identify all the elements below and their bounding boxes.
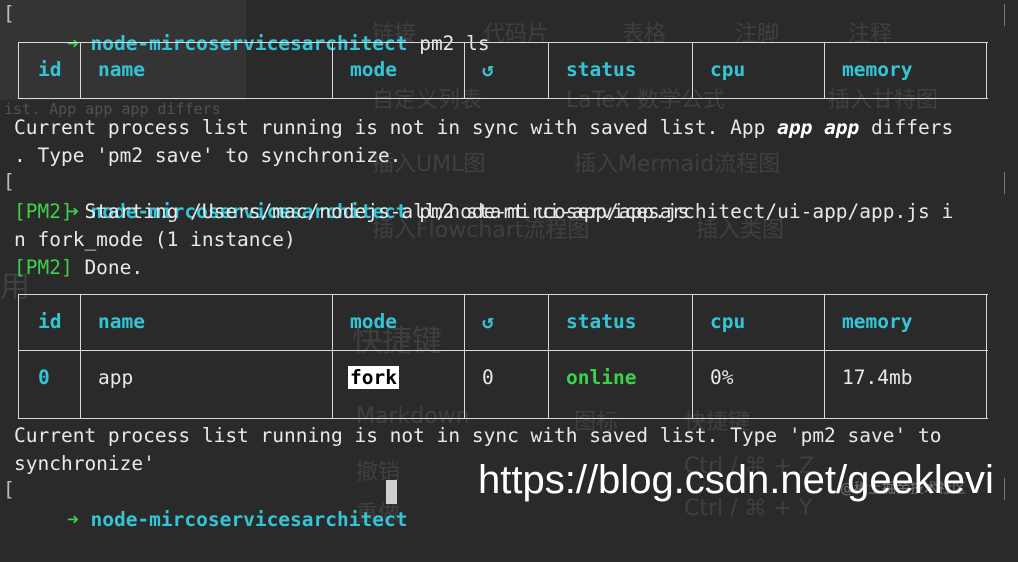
sync-warning-cont: . Type 'pm2 save' to synchronize. <box>14 142 401 170</box>
header-mode: mode <box>350 310 397 333</box>
prompt-line: ➜ node-mircoservicesarchitect pm2 ls <box>20 2 490 55</box>
header-id: id <box>38 310 62 333</box>
process-names: app app <box>777 116 860 139</box>
message-text: Starting /Users/mac/nodejs-all/node-mirc… <box>72 200 954 223</box>
table-separator <box>824 294 825 418</box>
table-border-top <box>18 42 988 43</box>
table-border-mid <box>18 350 988 351</box>
prompt-line: ➜ node-mircoservicesarchitect pm2 start … <box>20 170 689 223</box>
site-watermark: @稀土掘金技术社区 <box>840 481 966 497</box>
pm2-tag: [PM2] <box>14 256 73 279</box>
cell-restarts: 0 <box>482 366 494 389</box>
table-border-top <box>18 294 988 295</box>
cell-cpu: 0% <box>710 366 734 389</box>
table-separator <box>548 42 549 98</box>
message-text: n fork_mode (1 instance) <box>14 228 296 251</box>
line-bracket: [ <box>3 170 15 193</box>
message-text: Current process list running is not in s… <box>14 116 778 139</box>
header-status: status <box>566 58 637 81</box>
line-bracket: [ <box>3 2 15 25</box>
pm2-tag: [PM2] <box>14 200 73 223</box>
table-separator <box>332 294 333 418</box>
cell-id: 0 <box>38 366 50 389</box>
table-border-bottom <box>18 418 988 419</box>
cell-mode: fork <box>348 366 399 389</box>
table-separator <box>80 42 81 98</box>
table-separator <box>80 294 81 418</box>
line-bracket-right <box>1004 4 1013 26</box>
table-separator <box>464 294 465 418</box>
prompt-directory: node-mircoservicesarchitect <box>90 508 408 531</box>
header-id: id <box>38 58 62 81</box>
header-name: name <box>98 310 145 333</box>
line-bracket-right <box>1004 478 1013 500</box>
table-border-bottom <box>18 98 988 99</box>
table-separator <box>986 294 987 418</box>
sync-warning-cont: synchronize' <box>14 450 155 478</box>
header-cpu: cpu <box>710 58 746 81</box>
table-separator <box>332 42 333 98</box>
cell-status: online <box>566 366 637 389</box>
prompt-line-active[interactable]: ➜ node-mircoservicesarchitect <box>20 478 419 531</box>
line-bracket: [ <box>3 478 15 501</box>
header-name: name <box>98 58 145 81</box>
cell-name: app <box>98 366 134 389</box>
message-text: differs <box>859 116 954 139</box>
cell-memory: 17.4mb <box>842 366 913 389</box>
table-separator <box>692 294 693 418</box>
sync-warning: Current process list running is not in s… <box>14 422 941 450</box>
table-separator <box>18 294 19 418</box>
header-restart-icon: ↺ <box>482 310 494 333</box>
sync-warning: Current process list running is not in s… <box>14 114 953 142</box>
table-separator <box>824 42 825 98</box>
header-status: status <box>566 310 637 333</box>
terminal-cursor <box>386 480 397 504</box>
pm2-starting: [PM2] Starting /Users/mac/nodejs-all/nod… <box>14 198 953 226</box>
pm2-starting-cont: n fork_mode (1 instance) <box>14 226 296 254</box>
table-separator <box>18 42 19 98</box>
message-text: . Type 'pm2 save' to synchronize. <box>14 144 402 167</box>
header-memory: memory <box>842 58 913 81</box>
header-cpu: cpu <box>710 310 746 333</box>
message-text: Current process list running is not in s… <box>14 424 942 447</box>
process-table-empty: id name mode ↺ status cpu memory <box>18 42 988 99</box>
table-separator <box>692 42 693 98</box>
terminal-output: [ [ [ ➜ node-mircoservicesarchitect pm2 … <box>0 0 1018 531</box>
table-separator <box>986 42 987 98</box>
message-text: Done. <box>72 256 144 279</box>
table-separator <box>548 294 549 418</box>
pm2-done: [PM2] Done. <box>14 254 143 282</box>
table-separator <box>464 42 465 98</box>
header-memory: memory <box>842 310 913 333</box>
line-bracket-right <box>1004 172 1013 194</box>
header-restart-icon: ↺ <box>482 58 494 81</box>
message-text: synchronize' <box>14 452 155 475</box>
prompt-arrow-icon: ➜ <box>66 508 79 531</box>
process-table: id name mode ↺ status cpu memory 0 app f… <box>18 294 988 419</box>
header-mode: mode <box>350 58 397 81</box>
